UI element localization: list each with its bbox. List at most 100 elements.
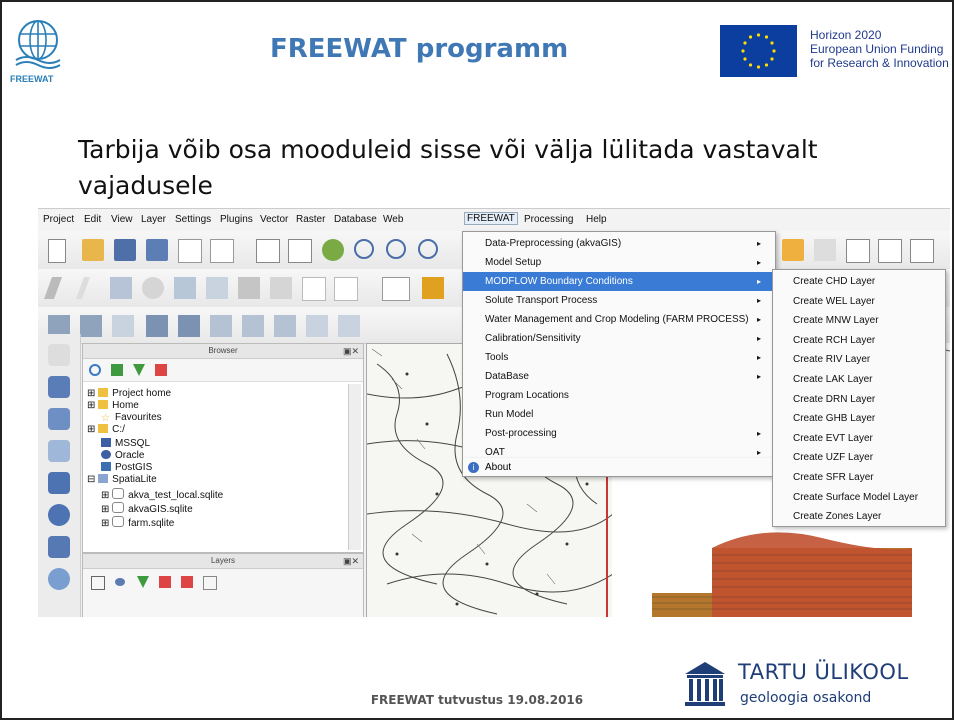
menu-item-program-locations[interactable]: Program Locations	[463, 386, 775, 405]
menu-raster[interactable]: Raster	[296, 214, 325, 225]
toggle-editing-icon[interactable]	[75, 277, 91, 299]
zoom-in-icon[interactable]	[354, 239, 374, 259]
menu-freewat[interactable]: FREEWAT	[464, 212, 518, 225]
add-feature-icon[interactable]	[142, 277, 164, 299]
menu-project[interactable]: Project	[43, 214, 74, 225]
submenu-item-chd[interactable]: Create CHD Layer	[773, 272, 945, 292]
submenu-item-evt[interactable]: Create EVT Layer	[773, 429, 945, 449]
submenu-item-sfr[interactable]: Create SFR Layer	[773, 468, 945, 488]
epsilon-icon[interactable]	[814, 239, 836, 261]
tree-item-c-drive[interactable]: ⊞ C:/	[87, 424, 125, 436]
menu-vector[interactable]: Vector	[260, 214, 288, 225]
menu-item-data-preprocessing[interactable]: Data-Preprocessing (akvaGIS) ▸	[463, 234, 775, 253]
submenu-item-zones[interactable]: Create Zones Layer	[773, 507, 945, 527]
submenu-item-ghb[interactable]: Create GHB Layer	[773, 409, 945, 429]
tree-item-postgis[interactable]: PostGIS	[101, 462, 152, 474]
submenu-item-drn[interactable]: Create DRN Layer	[773, 390, 945, 410]
add-spatialite-icon[interactable]	[48, 440, 70, 462]
tree-item-spatialite[interactable]: ⊟ SpatiaLite	[87, 474, 157, 486]
add-oracle-icon[interactable]	[48, 504, 70, 526]
menu-processing[interactable]: Processing	[524, 214, 573, 225]
menu-web[interactable]: Web	[383, 214, 403, 225]
submenu-item-wel[interactable]: Create WEL Layer	[773, 292, 945, 312]
tree-item-akva-test-local[interactable]: ⊞ akva_test_local.sqlite	[101, 488, 223, 501]
measure-icon[interactable]	[910, 239, 934, 263]
advanced-edit-9-icon[interactable]	[306, 315, 328, 337]
advanced-edit-5-icon[interactable]	[178, 315, 200, 337]
submenu-item-mnw[interactable]: Create MNW Layer	[773, 311, 945, 331]
composer-manager-icon[interactable]	[210, 239, 234, 263]
add-wms-icon[interactable]	[48, 536, 70, 558]
submenu-item-rch[interactable]: Create RCH Layer	[773, 331, 945, 351]
menu-view[interactable]: View	[111, 214, 133, 225]
panel-close-icon[interactable]: ▣✕	[343, 344, 359, 358]
menu-item-solute-transport[interactable]: Solute Transport Process ▸	[463, 291, 775, 310]
menu-item-database[interactable]: DataBase ▸	[463, 367, 775, 386]
submenu-item-lak[interactable]: Create LAK Layer	[773, 370, 945, 390]
add-selected-icon[interactable]	[111, 364, 123, 376]
menu-layer[interactable]: Layer	[141, 214, 166, 225]
advanced-edit-2-icon[interactable]	[80, 315, 102, 337]
remove-layer-icon[interactable]	[203, 576, 217, 590]
tree-item-home[interactable]: ⊞ Home	[87, 400, 139, 412]
cut-icon[interactable]	[270, 277, 292, 299]
paste-icon[interactable]	[334, 277, 358, 301]
label-style-icon[interactable]	[422, 277, 444, 299]
label-icon[interactable]	[382, 277, 410, 301]
browser-scrollbar[interactable]	[348, 384, 361, 550]
layer-style-icon[interactable]	[91, 576, 105, 590]
tree-item-oracle[interactable]: Oracle	[101, 450, 144, 462]
new-print-composer-icon[interactable]	[178, 239, 202, 263]
save-as-icon[interactable]	[146, 239, 168, 261]
vector-icon[interactable]	[782, 239, 804, 261]
pan-icon[interactable]	[256, 239, 280, 263]
panel-close-icon[interactable]: ▣✕	[343, 554, 359, 568]
submenu-item-uzf[interactable]: Create UZF Layer	[773, 448, 945, 468]
advanced-edit-7-icon[interactable]	[242, 315, 264, 337]
menu-item-run-model[interactable]: Run Model	[463, 405, 775, 424]
advanced-edit-3-icon[interactable]	[112, 315, 134, 337]
grid-icon[interactable]	[878, 239, 902, 263]
menu-edit[interactable]: Edit	[84, 214, 101, 225]
node-tool-icon[interactable]	[206, 277, 228, 299]
save-edits-icon[interactable]	[110, 277, 132, 299]
expand-all-icon[interactable]	[159, 576, 171, 588]
zoom-out-icon[interactable]	[386, 239, 406, 259]
menu-settings[interactable]: Settings	[175, 214, 211, 225]
advanced-edit-4-icon[interactable]	[146, 315, 168, 337]
advanced-edit-10-icon[interactable]	[338, 315, 360, 337]
properties-icon[interactable]	[155, 364, 167, 376]
table-icon[interactable]	[846, 239, 870, 263]
submenu-item-surface-model[interactable]: Create Surface Model Layer	[773, 488, 945, 508]
zoom-scale-icon[interactable]	[418, 239, 438, 259]
menu-item-tools[interactable]: Tools ▸	[463, 348, 775, 367]
collapse-all-icon[interactable]	[181, 576, 193, 588]
refresh-icon[interactable]	[89, 364, 101, 376]
tree-item-akvagis[interactable]: ⊞ akvaGIS.sqlite	[101, 502, 193, 515]
filter-icon[interactable]	[137, 576, 149, 588]
save-project-icon[interactable]	[114, 239, 136, 261]
tree-item-mssql[interactable]: MSSQL	[101, 438, 150, 450]
open-project-icon[interactable]	[82, 239, 104, 261]
move-feature-icon[interactable]	[174, 277, 196, 299]
menu-item-post-processing[interactable]: Post-processing ▸	[463, 424, 775, 443]
submenu-item-riv[interactable]: Create RIV Layer	[773, 350, 945, 370]
tree-item-farm[interactable]: ⊞ farm.sqlite	[101, 516, 174, 529]
touch-zoom-icon[interactable]	[288, 239, 312, 263]
filter-icon[interactable]	[133, 364, 145, 376]
visibility-icon[interactable]	[115, 578, 125, 586]
menu-plugins[interactable]: Plugins	[220, 214, 253, 225]
delete-selected-icon[interactable]	[238, 277, 260, 299]
menu-database[interactable]: Database	[334, 214, 377, 225]
new-project-icon[interactable]	[48, 239, 66, 263]
add-postgis-icon[interactable]	[48, 408, 70, 430]
add-wcs-icon[interactable]	[48, 568, 70, 590]
menu-item-calibration[interactable]: Calibration/Sensitivity ▸	[463, 329, 775, 348]
copy-icon[interactable]	[302, 277, 326, 301]
advanced-edit-8-icon[interactable]	[274, 315, 296, 337]
advanced-edit-6-icon[interactable]	[210, 315, 232, 337]
tree-item-favourites[interactable]: ☆ Favourites	[101, 412, 162, 424]
menu-item-about-row[interactable]: i About	[462, 458, 774, 477]
add-raster-icon[interactable]	[48, 376, 70, 398]
menu-help[interactable]: Help	[586, 214, 607, 225]
